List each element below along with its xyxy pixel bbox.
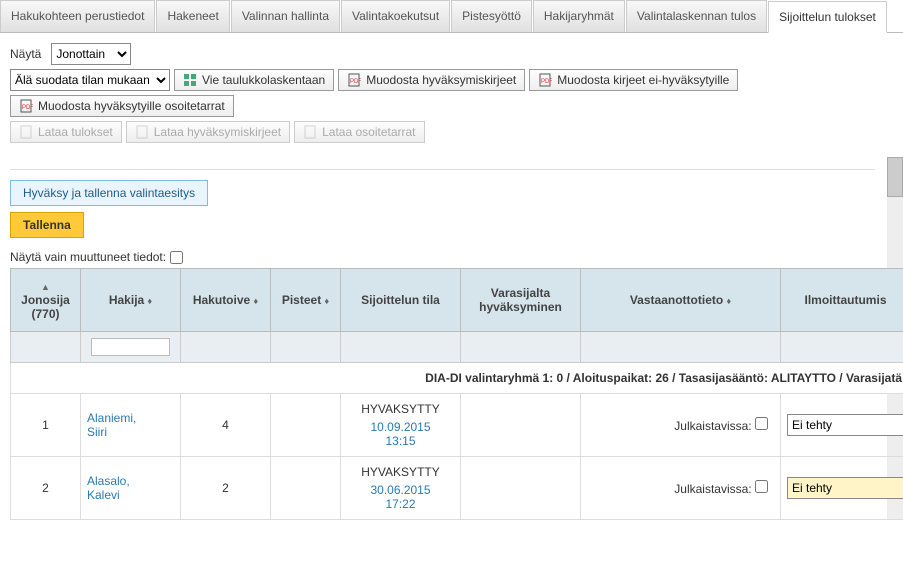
cell-vast: Julkaistavissa: [581, 457, 781, 520]
pdf-icon: PDF [538, 73, 552, 87]
group-header-row: DIA-DI valintaryhmä 1: 0 / Aloituspaikat… [11, 363, 903, 394]
pdf-icon [303, 125, 317, 139]
cell-jono: 2 [11, 457, 81, 520]
table-row: 1 Alaniemi,Siiri 4 HYVAKSYTTY 10.09.2015… [11, 394, 903, 457]
col-jonosija[interactable]: ▲Jonosija (770) [11, 269, 81, 332]
tab-hakijaryhmat[interactable]: Hakijaryhmät [533, 0, 625, 32]
filter-hakija-input[interactable] [91, 338, 169, 356]
col-vastaanotto[interactable]: Vastaanottotieto ♦ [581, 269, 781, 332]
tab-perustiedot[interactable]: Hakukohteen perustiedot [0, 0, 155, 32]
col-varasijalta[interactable]: Varasijalta hyväksyminen [461, 269, 581, 332]
col-sijoittelun[interactable]: Sijoittelun tila [341, 269, 461, 332]
cell-ilmo: Ei tehty [781, 457, 903, 520]
lataa-hyv-label: Lataa hyväksymiskirjeet [154, 125, 281, 139]
cell-vast: Julkaistavissa: [581, 394, 781, 457]
svg-text:PDF: PDF [541, 79, 552, 85]
svg-text:PDF: PDF [22, 105, 33, 111]
filter-select[interactable]: Älä suodata tilan mukaan [10, 69, 170, 91]
approve-save-button[interactable]: Hyväksy ja tallenna valintaesitys [10, 180, 208, 206]
cell-vara [461, 394, 581, 457]
pdf-icon [135, 125, 149, 139]
save-button[interactable]: Tallenna [10, 212, 84, 238]
tab-hakeneet[interactable]: Hakeneet [156, 0, 229, 32]
hyv-label: Muodosta hyväksymiskirjeet [366, 73, 516, 87]
create-acceptance-letters-button[interactable]: PDF Muodosta hyväksymiskirjeet [338, 69, 525, 91]
changed-only-checkbox[interactable] [170, 251, 183, 264]
cell-pisteet [271, 394, 341, 457]
cell-hakija-link[interactable]: Alasalo,Kalevi [81, 457, 181, 520]
export-spreadsheet-button[interactable]: Vie taulukkolaskentaan [174, 69, 334, 91]
download-labels-button: Lataa osoitetarrat [294, 121, 424, 143]
spreadsheet-icon [183, 73, 197, 87]
osoite-label: Muodosta hyväksytyille osoitetarrat [38, 99, 225, 113]
cell-toive: 2 [181, 457, 271, 520]
cell-status[interactable]: HYVAKSYTTY 30.06.2015 17:22 [341, 457, 461, 520]
julkaistavissa-checkbox[interactable] [755, 417, 768, 430]
pdf-icon [19, 125, 33, 139]
col-pisteet[interactable]: Pisteet ♦ [271, 269, 341, 332]
tab-pistesyotto[interactable]: Pistesyöttö [451, 0, 532, 32]
tab-kutsut[interactable]: Valintakoekutsut [341, 0, 450, 32]
col-ilmoittautumis[interactable]: Ilmoittautumis [781, 269, 903, 332]
download-acceptance-button: Lataa hyväksymiskirjeet [126, 121, 290, 143]
nayta-label: Näytä [10, 47, 41, 61]
group-header-text: DIA-DI valintaryhmä 1: 0 / Aloituspaikat… [11, 363, 903, 394]
tab-bar: Hakukohteen perustiedot Hakeneet Valinna… [0, 0, 903, 33]
col-hakija[interactable]: Hakija ♦ [81, 269, 181, 332]
pdf-icon: PDF [347, 73, 361, 87]
table-row: 2 Alasalo,Kalevi 2 HYVAKSYTTY 30.06.2015… [11, 457, 903, 520]
cell-pisteet [271, 457, 341, 520]
svg-text:PDF: PDF [350, 79, 361, 85]
cell-vara [461, 457, 581, 520]
cell-hakija-link[interactable]: Alaniemi,Siiri [81, 394, 181, 457]
col-hakutoive[interactable]: Hakutoive ♦ [181, 269, 271, 332]
tab-sijoittelun[interactable]: Sijoittelun tulokset [768, 1, 887, 33]
changed-only-label: Näytä vain muuttuneet tiedot: [10, 250, 166, 264]
lataa-tul-label: Lataa tulokset [38, 125, 113, 139]
download-results-button: Lataa tulokset [10, 121, 122, 143]
julkaistavissa-checkbox[interactable] [755, 480, 768, 493]
cell-toive: 4 [181, 394, 271, 457]
create-address-labels-button[interactable]: PDF Muodosta hyväksytyille osoitetarrat [10, 95, 234, 117]
tab-valinnan[interactable]: Valinnan hallinta [231, 0, 340, 32]
lataa-osoite-label: Lataa osoitetarrat [322, 125, 415, 139]
pdf-icon: PDF [19, 99, 33, 113]
filter-row [11, 332, 903, 363]
cell-jono: 1 [11, 394, 81, 457]
ilmo-select[interactable]: Ei tehty [787, 414, 903, 436]
results-table: ▲Jonosija (770) Hakija ♦ Hakutoive ♦ Pis… [10, 268, 903, 520]
nayta-select[interactable]: Jonottain [51, 43, 131, 65]
create-rejection-letters-button[interactable]: PDF Muodosta kirjeet ei-hyväksytyille [529, 69, 738, 91]
export-label: Vie taulukkolaskentaan [202, 73, 325, 87]
tab-laskenta[interactable]: Valintalaskennan tulos [626, 0, 767, 32]
ilmo-select[interactable]: Ei tehty [787, 477, 903, 499]
cell-ilmo: Ei tehty [781, 394, 903, 457]
cell-status[interactable]: HYVAKSYTTY 10.09.2015 13:15 [341, 394, 461, 457]
ei-label: Muodosta kirjeet ei-hyväksytyille [557, 73, 729, 87]
